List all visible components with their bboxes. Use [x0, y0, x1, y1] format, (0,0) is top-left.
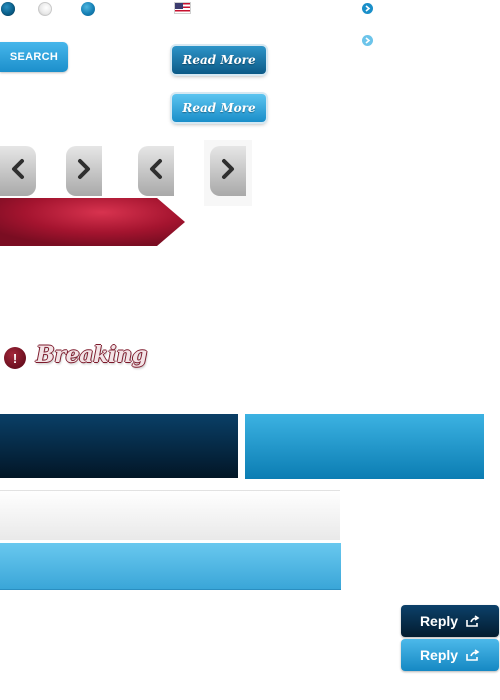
us-flag-icon	[174, 2, 191, 14]
next-button[interactable]	[210, 146, 246, 196]
reply-button-light[interactable]: Reply	[401, 639, 499, 671]
share-icon	[466, 615, 480, 627]
share-icon	[466, 649, 480, 661]
ribbon-banner	[0, 198, 185, 246]
next-button[interactable]	[66, 146, 102, 196]
read-more-button-light[interactable]: Read More	[172, 94, 266, 122]
circle-arrow-right-icon[interactable]	[362, 35, 373, 46]
chevron-right-icon	[75, 158, 93, 185]
read-more-button-dark[interactable]: Read More	[172, 46, 266, 74]
light-panel	[0, 490, 340, 540]
radio-blue-dot[interactable]	[81, 2, 95, 16]
reply-label: Reply	[419, 613, 459, 629]
search-button[interactable]: SEARCH	[0, 42, 68, 72]
chevron-left-icon	[9, 158, 27, 185]
read-more-label: Read More	[182, 101, 256, 115]
reply-button-dark[interactable]: Reply	[401, 605, 499, 637]
radio-dark-dot[interactable]	[1, 2, 15, 16]
reply-label: Reply	[419, 647, 459, 663]
search-button-label: SEARCH	[9, 51, 59, 63]
breaking-label: Breaking	[36, 342, 148, 368]
dark-panel	[0, 414, 238, 478]
blue-panel	[245, 414, 484, 479]
chevron-left-icon	[147, 158, 165, 185]
chevron-right-icon	[219, 158, 237, 185]
read-more-label: Read More	[182, 53, 256, 67]
sky-panel	[0, 543, 341, 590]
circle-arrow-right-icon[interactable]	[362, 3, 373, 14]
alert-icon: !	[4, 347, 26, 369]
prev-button[interactable]	[138, 146, 174, 196]
radio-white-dot[interactable]	[38, 2, 52, 16]
prev-button[interactable]	[0, 146, 36, 196]
